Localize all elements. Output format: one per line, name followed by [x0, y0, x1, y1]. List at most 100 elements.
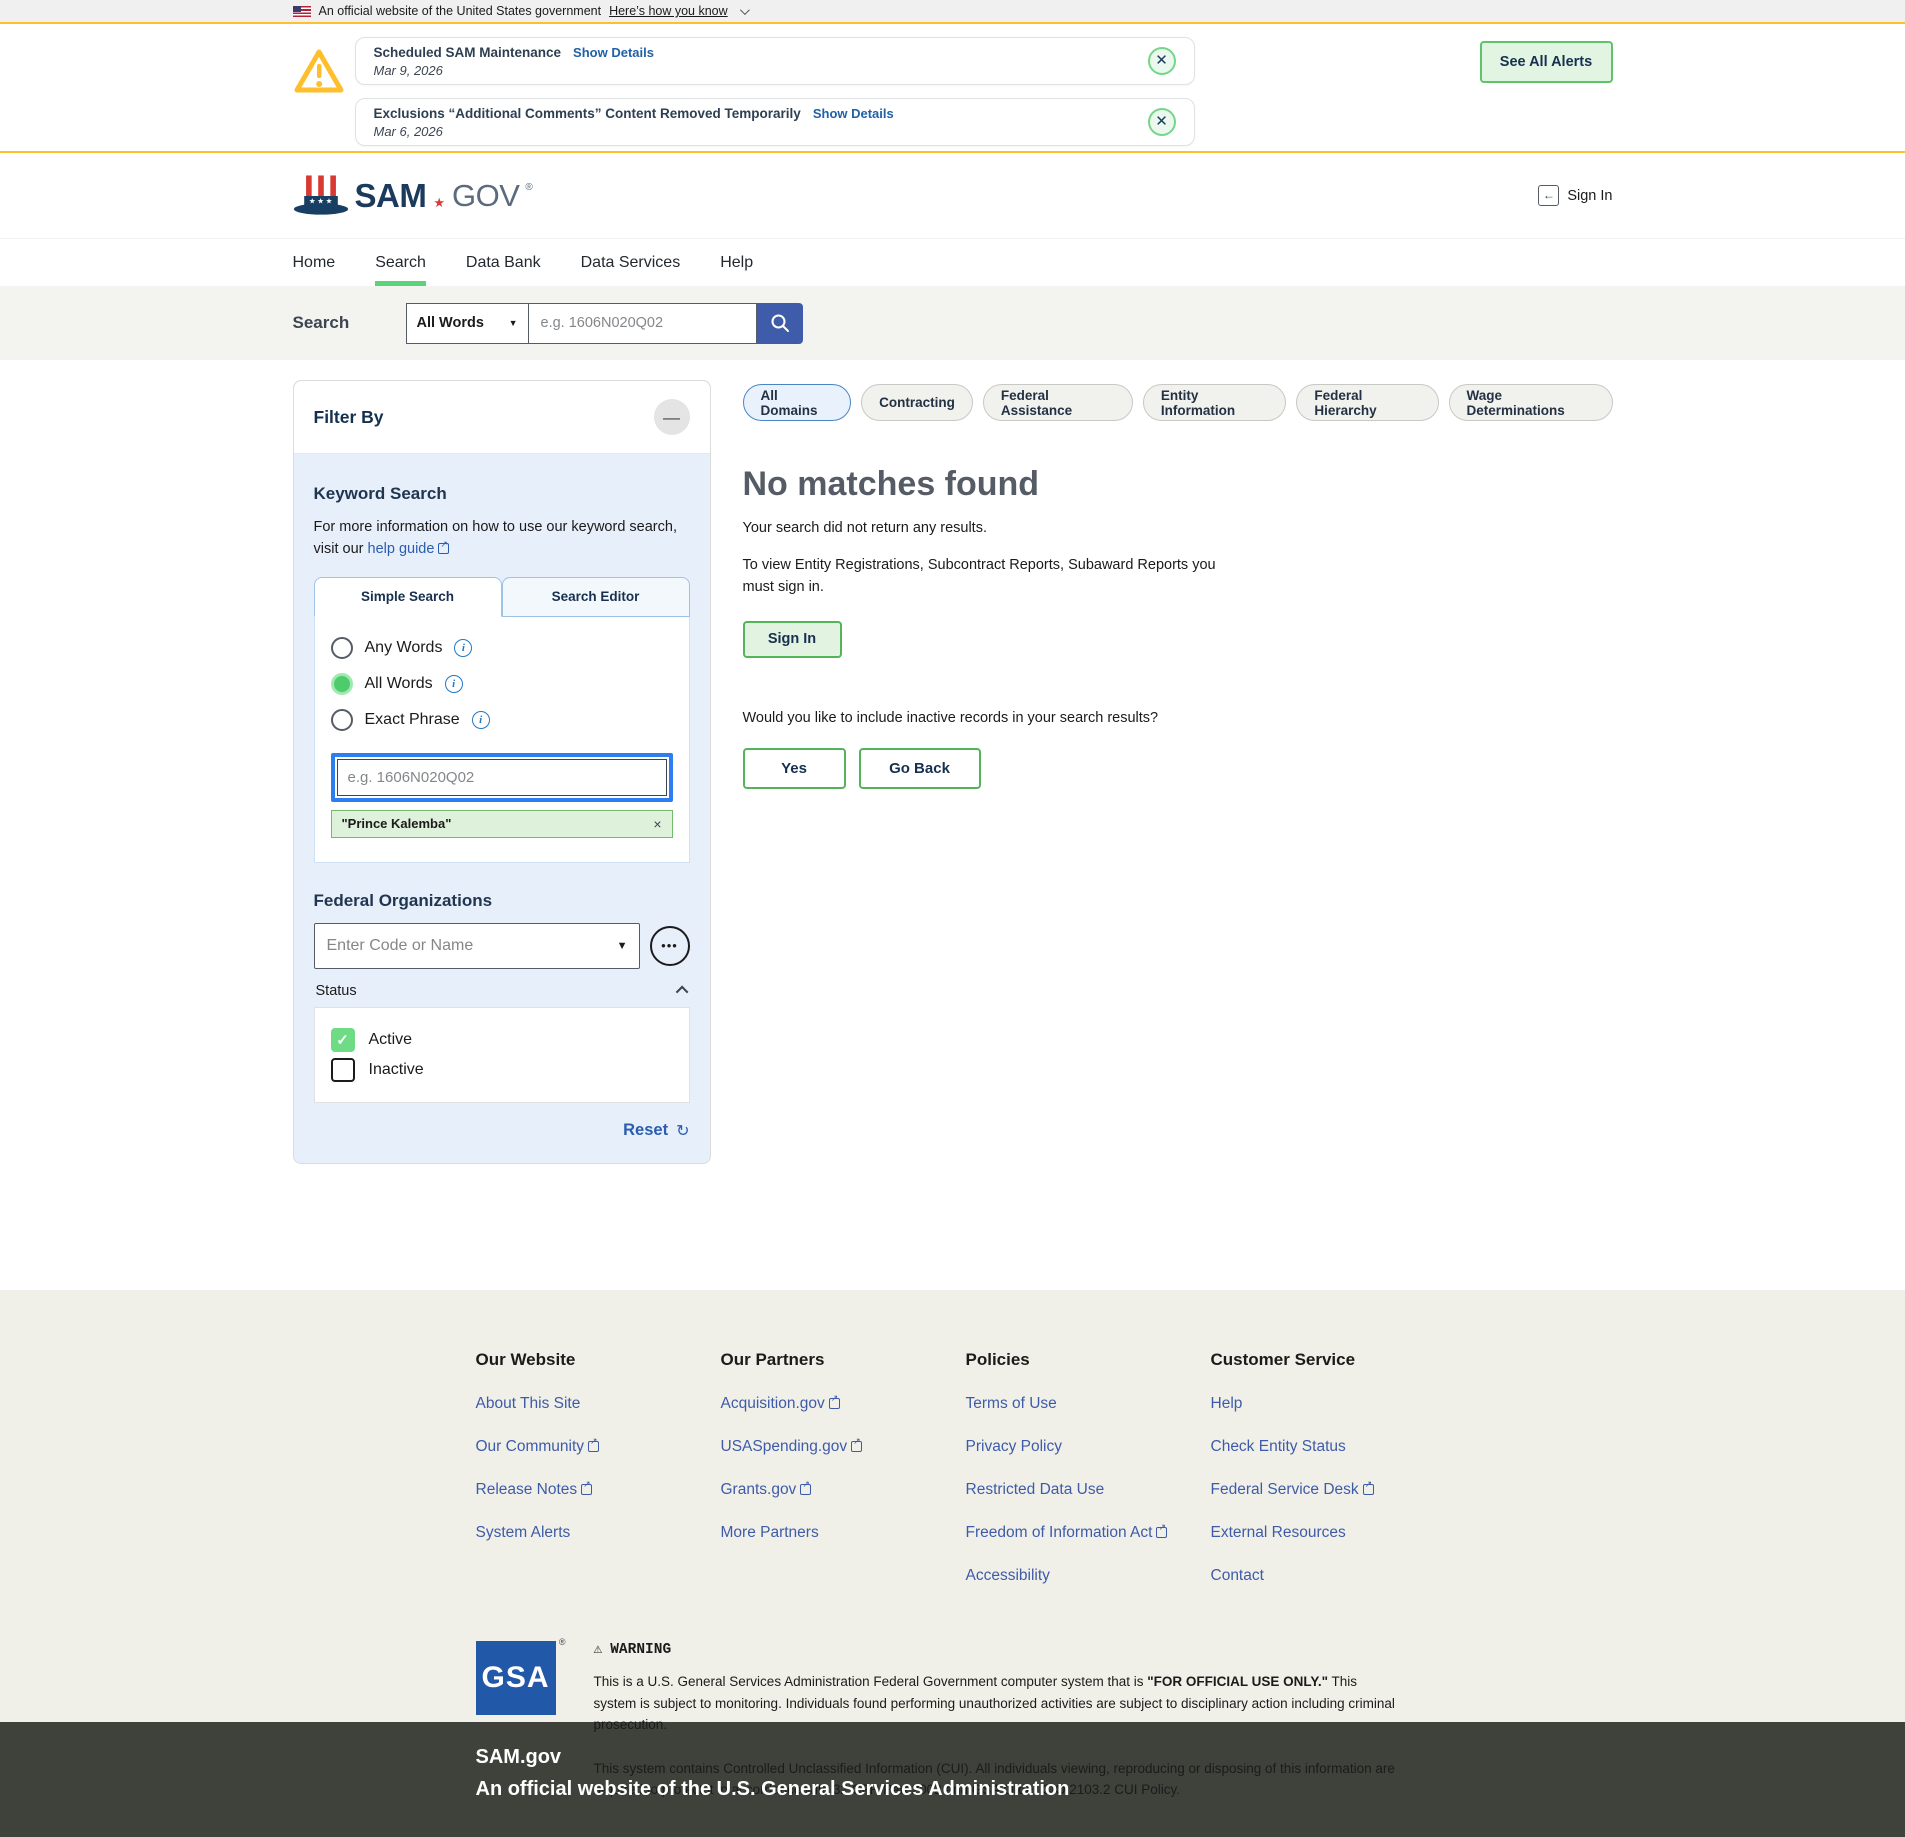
reset-icon[interactable]: ↻ [676, 1121, 689, 1141]
radio-exact-phrase[interactable] [331, 709, 353, 731]
domain-chip-wage-determinations[interactable]: Wage Determinations [1449, 384, 1613, 421]
footer-heading-our-website: Our Website [476, 1350, 721, 1370]
alert-card: Exclusions “Additional Comments” Content… [355, 98, 1195, 146]
header-sign-in-link[interactable]: ← Sign In [1538, 185, 1612, 206]
checkbox-inactive[interactable] [331, 1058, 355, 1082]
footer-link-label: Grants.gov [721, 1481, 797, 1498]
sign-in-button[interactable]: Sign In [743, 621, 842, 658]
search-icon [770, 313, 790, 333]
footer-link-about-this-site[interactable]: About This Site [476, 1395, 721, 1413]
external-link-icon [588, 1441, 599, 1452]
alert-date: Mar 6, 2026 [374, 124, 1148, 139]
domain-chip-entity-information[interactable]: Entity Information [1143, 384, 1286, 421]
nav-item-data-bank[interactable]: Data Bank [466, 239, 541, 286]
footer: Our Website About This Site Our Communit… [0, 1290, 1905, 1722]
footer-link-contact[interactable]: Contact [1211, 1567, 1456, 1585]
show-details-link[interactable]: Show Details [813, 106, 894, 121]
footer-link-check-entity-status[interactable]: Check Entity Status [1211, 1438, 1456, 1456]
external-link-icon [851, 1441, 862, 1452]
filter-panel-title: Filter By [314, 407, 384, 428]
reset-link[interactable]: Reset [623, 1121, 668, 1140]
alert-card: Scheduled SAM Maintenance Show Details M… [355, 37, 1195, 85]
footer-link-federal-service-desk[interactable]: Federal Service Desk [1211, 1481, 1456, 1499]
footer-link-terms-of-use[interactable]: Terms of Use [966, 1395, 1211, 1413]
star-icon: ★ [433, 195, 445, 211]
footer-link-external-resources[interactable]: External Resources [1211, 1524, 1456, 1542]
search-button[interactable] [757, 303, 803, 344]
nav-item-help[interactable]: Help [720, 239, 753, 286]
status-options: ✓ Active Inactive [314, 1007, 690, 1103]
uncle-sam-hat-icon: ★ ★ ★ [293, 173, 349, 219]
footer-link-acquisition-gov[interactable]: Acquisition.gov [721, 1395, 966, 1413]
info-icon[interactable]: i [454, 639, 472, 657]
brand-sam: SAM [355, 177, 427, 215]
how-you-know-link[interactable]: Here’s how you know [609, 4, 728, 18]
radio-all-words[interactable] [331, 673, 353, 695]
remove-chip-icon[interactable]: × [653, 816, 661, 832]
nav-item-search[interactable]: Search [375, 239, 426, 286]
footer-link-label: Federal Service Desk [1211, 1481, 1359, 1498]
collapse-icon[interactable]: — [654, 399, 690, 435]
external-link-icon [581, 1484, 592, 1495]
search-mode-dropdown[interactable]: All Words ▼ [406, 303, 529, 344]
footer-link-label: Our Community [476, 1438, 585, 1455]
ellipsis-icon[interactable]: ••• [650, 926, 690, 966]
see-all-alerts-button[interactable]: See All Alerts [1480, 41, 1613, 83]
sam-gov-logo[interactable]: ★ ★ ★ SAM ★ GOV ® [293, 173, 533, 219]
info-icon[interactable]: i [472, 711, 490, 729]
gov-banner: An official website of the United States… [0, 0, 1905, 24]
nav-item-data-services[interactable]: Data Services [581, 239, 681, 286]
footer-link-more-partners[interactable]: More Partners [721, 1524, 966, 1542]
keyword-search-input[interactable] [337, 759, 667, 796]
checkbox-active[interactable]: ✓ [331, 1028, 355, 1052]
federal-orgs-input[interactable] [314, 923, 640, 969]
status-inactive-row[interactable]: Inactive [331, 1058, 673, 1082]
footer-link-grants-gov[interactable]: Grants.gov [721, 1481, 966, 1499]
external-link-icon [438, 543, 449, 554]
close-icon[interactable]: ✕ [1148, 108, 1176, 136]
footer-heading-customer-service: Customer Service [1211, 1350, 1456, 1370]
radio-any-words[interactable] [331, 637, 353, 659]
alert-title: Exclusions “Additional Comments” Content… [374, 106, 801, 121]
top-search-input[interactable] [529, 303, 757, 344]
federal-orgs-heading: Federal Organizations [314, 891, 690, 911]
domain-chip-all-domains[interactable]: All Domains [743, 384, 852, 421]
domain-chip-federal-assistance[interactable]: Federal Assistance [983, 384, 1133, 421]
footer-link-our-community[interactable]: Our Community [476, 1438, 721, 1456]
close-icon[interactable]: ✕ [1148, 47, 1176, 75]
footer-link-usaspending-gov[interactable]: USASpending.gov [721, 1438, 966, 1456]
footer-link-privacy-policy[interactable]: Privacy Policy [966, 1438, 1211, 1456]
footer-link-label: Release Notes [476, 1481, 578, 1498]
footer-link-restricted-data-use[interactable]: Restricted Data Use [966, 1481, 1211, 1499]
sign-in-label: Sign In [1567, 188, 1612, 204]
footer-link-foia[interactable]: Freedom of Information Act [966, 1524, 1211, 1542]
registered-mark: ® [559, 1637, 566, 1647]
warning-triangle-icon [293, 47, 345, 95]
show-details-link[interactable]: Show Details [573, 45, 654, 60]
nav-item-home[interactable]: Home [293, 239, 336, 286]
status-active-row[interactable]: ✓ Active [331, 1028, 673, 1052]
yes-button[interactable]: Yes [743, 748, 846, 789]
footer-link-help[interactable]: Help [1211, 1395, 1456, 1413]
domain-chip-federal-hierarchy[interactable]: Federal Hierarchy [1296, 384, 1438, 421]
tab-simple-search[interactable]: Simple Search [314, 577, 502, 617]
help-guide-link[interactable]: help guide [368, 541, 435, 557]
domain-chip-contracting[interactable]: Contracting [861, 384, 973, 421]
external-link-icon [829, 1398, 840, 1409]
status-inactive-label: Inactive [369, 1061, 424, 1079]
footer-link-accessibility[interactable]: Accessibility [966, 1567, 1211, 1585]
info-icon[interactable]: i [445, 675, 463, 693]
warning-text: This is a U.S. General Services Administ… [594, 1674, 1148, 1689]
chevron-down-icon [740, 5, 750, 15]
go-back-button[interactable]: Go Back [859, 748, 981, 789]
keyword-input-focus-ring [331, 753, 673, 802]
tab-search-editor[interactable]: Search Editor [502, 577, 690, 617]
footer-link-release-notes[interactable]: Release Notes [476, 1481, 721, 1499]
chevron-up-icon[interactable] [675, 986, 688, 999]
main-content: Filter By — Keyword Search For more info… [0, 360, 1905, 1290]
external-link-icon [1363, 1484, 1374, 1495]
footer-link-label: Acquisition.gov [721, 1395, 825, 1412]
footer-link-system-alerts[interactable]: System Alerts [476, 1524, 721, 1542]
warning-title: WARNING [610, 1642, 671, 1658]
search-band: Search All Words ▼ [0, 286, 1905, 360]
